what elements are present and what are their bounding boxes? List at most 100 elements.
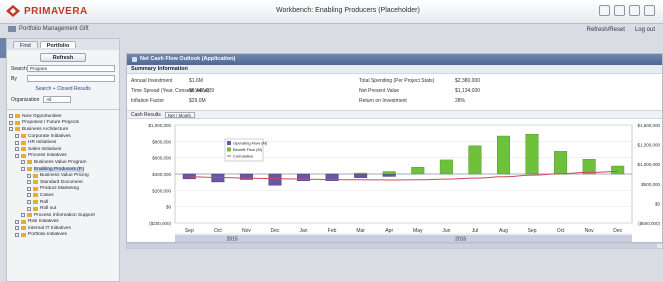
folder-icon [21,232,26,237]
refresh-button[interactable]: Refresh [40,53,86,62]
horizontal-scrollbar[interactable] [126,243,663,249]
y2-tick-label: $1,300,000 [637,143,660,148]
tree-item[interactable]: Process Initiatives [7,153,119,160]
benefit-flow-bar [382,171,396,175]
summary-item: Annual Investment $1.6M [131,78,203,84]
expand-icon[interactable] [15,134,19,139]
expand-icon[interactable] [15,140,19,145]
tree-item-label: Business Architecture [22,126,69,132]
benefit-flow-bar [554,151,568,175]
legend-label: Cumulative [233,154,254,159]
tree-item[interactable]: Roll out [7,205,119,212]
summary-value: $1,134,000 [455,88,481,94]
organization-select[interactable]: All [43,96,72,103]
primavera-logo-icon [6,5,20,17]
search-select[interactable]: Program [27,65,115,72]
tree-item[interactable]: Internal IT Initiatives [7,225,119,232]
tree-item[interactable]: Business Architecture [7,126,119,133]
tree-item[interactable]: Business Value Pricing [7,172,119,179]
tab-find[interactable]: Find [13,41,38,49]
expand-icon[interactable] [9,120,13,125]
x-tick-label: Dec [271,228,280,234]
expand-icon[interactable] [27,186,31,191]
folder-icon [33,193,38,198]
print-icon[interactable] [629,5,640,16]
expand-icon[interactable] [27,173,31,178]
tree-item[interactable]: Sales Initiatives [7,146,119,153]
help-icon[interactable] [599,5,610,16]
x-tick-label: Feb [328,228,337,234]
expand-icon[interactable] [27,180,31,185]
main-panel: Net Cash Flow Outlook (Application) Summ… [126,53,663,243]
tree-item[interactable]: New Opportunities [7,113,119,120]
x-tick-label: Jul [472,228,478,234]
expand-icon[interactable] [21,160,25,165]
tab-portfolio[interactable]: Portfolio [39,41,77,49]
operating-flow-bar [297,173,311,181]
x-tick-label: Nov [585,228,594,234]
expand-icon[interactable] [27,206,31,211]
tree-item[interactable]: Cases [7,192,119,199]
toolbar-icons [599,5,655,16]
summary-section: Annual Investment $1.6M Total Spending (… [127,74,662,110]
settings-icon[interactable] [644,5,655,16]
expand-icon[interactable] [9,114,13,119]
operating-flow-bar [382,173,396,177]
tree-item[interactable]: Roll [7,199,119,206]
expand-icon[interactable] [15,226,19,231]
y2-tick-label: $1,000,000 [637,162,660,167]
year-label: 2015 [227,237,238,243]
expand-icon[interactable] [21,167,25,172]
home-icon[interactable] [614,5,625,16]
operating-flow-bar [239,173,253,180]
summary-value: $2,380,000 [455,78,481,84]
tree-item[interactable]: Proposed / Future Projects [7,120,119,127]
x-tick-label: Dec [613,228,622,234]
tree-item[interactable]: HR Initiatives [7,139,119,146]
folder-icon [21,219,26,224]
y2-tick-label: ($600,000) [638,221,660,226]
folder-icon [21,134,26,139]
collapse-icon[interactable] [132,57,137,62]
tree-item[interactable]: Product Marketing [7,186,119,193]
tree-item[interactable]: Risk Initiatives [7,219,119,226]
by-input[interactable] [27,75,115,82]
app-subtitle: Portfolio Management Gift [8,26,89,32]
tree-item-label: Corporate Initiatives [28,133,71,139]
x-tick-label: Mar [356,228,365,234]
advanced-search-link[interactable]: Search + Closed Results [11,86,115,92]
refresh-link[interactable]: Refresh/Reset [587,27,625,33]
tree-item[interactable]: Enabling Producers (P.) [7,166,119,173]
expand-icon[interactable] [21,213,25,218]
legend-label: Benefit Flow (M) [233,147,263,152]
summary-value: $1.6M [189,78,203,84]
tree-item[interactable]: Standard Document [7,179,119,186]
logout-link[interactable]: Log out [635,27,655,33]
tree-item[interactable]: Portfolio Initiatives [7,232,119,239]
scrollbar-thumb[interactable] [127,244,657,248]
folder-icon [21,153,26,158]
expand-icon[interactable] [15,219,19,224]
folder-icon [33,173,38,178]
folder-icon [33,180,38,185]
expand-icon[interactable] [15,147,19,152]
tree-item[interactable]: Corporate Initiatives [7,133,119,140]
benefit-flow-bar [611,165,625,175]
expand-icon[interactable] [27,193,31,198]
expand-icon[interactable] [15,232,19,237]
tree-item-label: Internal IT Initiatives [28,225,71,231]
expand-icon[interactable] [15,153,19,158]
benefit-flow-bar [525,133,539,175]
tree-item[interactable]: Business Value Program [7,159,119,166]
expand-icon[interactable] [9,127,13,132]
folder-icon [27,213,32,218]
y2-tick-label: $0 [655,201,661,206]
tree-item-label: Product Marketing [40,186,79,192]
tree-item-label: Business Value Program [34,159,87,165]
tree-item-label: Proposed / Future Projects [22,120,80,126]
panel-title: Net Cash Flow Outlook (Application) [140,56,236,62]
tree-item-label: Standard Document [40,179,83,185]
chart-period-select[interactable]: Net / Month [164,111,195,118]
expand-icon[interactable] [27,200,31,205]
tree-item[interactable]: Process Information Support [7,212,119,219]
